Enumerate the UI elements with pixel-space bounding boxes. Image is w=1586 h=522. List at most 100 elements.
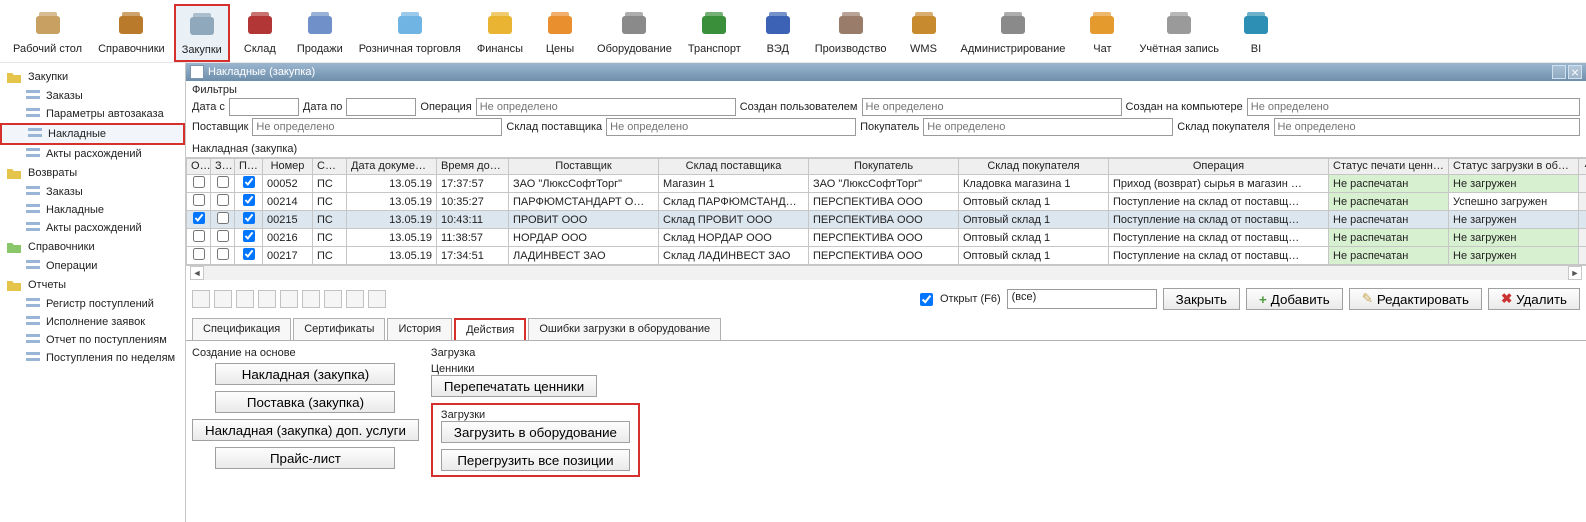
tool-icon-2[interactable] xyxy=(214,290,232,308)
row-check[interactable] xyxy=(217,212,229,224)
toolbar-ref[interactable]: Справочники xyxy=(91,4,172,62)
tab-История[interactable]: История xyxy=(387,318,452,340)
col-header[interactable]: Статус загрузки в оборудование xyxy=(1449,159,1579,175)
input-supplier[interactable] xyxy=(252,118,502,136)
sidebar-item-Регистр поступлений[interactable]: Регистр поступлений xyxy=(0,295,185,313)
toolbar-chat[interactable]: Чат xyxy=(1074,4,1130,62)
row-check[interactable] xyxy=(217,230,229,242)
tab-Ошибки загрузки в оборудование[interactable]: Ошибки загрузки в оборудование xyxy=(528,318,721,340)
toolbar-wms[interactable]: WMS xyxy=(896,4,952,62)
col-header[interactable]: Сери xyxy=(313,159,347,175)
sidebar-item-Поступления по неделям[interactable]: Поступления по неделям xyxy=(0,349,185,367)
reprint-button[interactable]: Перепечатать ценники xyxy=(431,375,597,397)
create-btn-Прайс-лист[interactable]: Прайс-лист xyxy=(215,447,395,469)
close-button[interactable] xyxy=(1568,65,1582,79)
row-check[interactable] xyxy=(193,176,205,188)
input-created-on[interactable] xyxy=(1247,98,1580,116)
col-header[interactable]: Номер xyxy=(263,159,313,175)
edit-button[interactable]: ✎Редактировать xyxy=(1349,288,1482,310)
input-operation[interactable] xyxy=(476,98,736,116)
open-checkbox-wrap[interactable]: Открыт (F6) xyxy=(916,290,1001,309)
sidebar-item-Параметры автозаказа[interactable]: Параметры автозаказа xyxy=(0,105,185,123)
open-checkbox[interactable] xyxy=(920,293,933,306)
toolbar-admin[interactable]: Администрирование xyxy=(954,4,1073,62)
horizontal-scrollbar[interactable]: ◄ ► xyxy=(190,266,1582,280)
sidebar-item-Накладные[interactable]: Накладные xyxy=(0,201,185,219)
sidebar-item-Акты расхождений[interactable]: Акты расхождений xyxy=(0,145,185,163)
row-check[interactable] xyxy=(243,230,255,242)
table-row[interactable]: 00052ПС13.05.1917:37:57ЗАО "ЛюксСофтТорг… xyxy=(187,175,1586,193)
col-header[interactable]: Дата документа xyxy=(347,159,437,175)
vscroll-cell[interactable] xyxy=(1579,175,1586,193)
maximize-button[interactable] xyxy=(1552,65,1566,79)
tool-icon-3[interactable] xyxy=(236,290,254,308)
sidebar-group-Отчеты[interactable]: Отчеты xyxy=(0,275,185,295)
toolbar-ved[interactable]: ВЭД xyxy=(750,4,806,62)
create-btn-Поставка (закупка)[interactable]: Поставка (закупка) xyxy=(215,391,395,413)
toolbar-finance[interactable]: Финансы xyxy=(470,4,530,62)
create-btn-Накладная (закупка)[interactable]: Накладная (закупка) xyxy=(215,363,395,385)
tool-icon-7[interactable] xyxy=(324,290,342,308)
toolbar-transport[interactable]: Транспорт xyxy=(681,4,748,62)
tool-icon-9[interactable] xyxy=(368,290,386,308)
col-header[interactable]: Пров xyxy=(235,159,263,175)
row-check[interactable] xyxy=(193,194,205,206)
delete-button[interactable]: ✖Удалить xyxy=(1488,288,1580,310)
tab-Спецификация[interactable]: Спецификация xyxy=(192,318,291,340)
table-row[interactable]: 00216ПС13.05.1911:38:57НОРДАР ОООСклад Н… xyxy=(187,229,1586,247)
col-header[interactable]: Зак xyxy=(211,159,235,175)
toolbar-bi[interactable]: BI xyxy=(1228,4,1284,62)
row-check[interactable] xyxy=(217,248,229,260)
col-header[interactable]: Поставщик xyxy=(509,159,659,175)
sidebar-group-Закупки[interactable]: Закупки xyxy=(0,67,185,87)
sidebar-item-Заказы[interactable]: Заказы xyxy=(0,87,185,105)
col-header[interactable]: Покупатель xyxy=(809,159,959,175)
tool-icon-5[interactable] xyxy=(280,290,298,308)
vscroll-cell[interactable] xyxy=(1579,229,1586,247)
input-buyer[interactable] xyxy=(923,118,1173,136)
sidebar-item-Заказы[interactable]: Заказы xyxy=(0,183,185,201)
tab-Сертификаты[interactable]: Сертификаты xyxy=(293,318,385,340)
scroll-right-icon[interactable]: ► xyxy=(1568,266,1582,280)
toolbar-prices[interactable]: Цены xyxy=(532,4,588,62)
col-header[interactable]: Склад покупателя xyxy=(959,159,1109,175)
col-header[interactable]: Отм xyxy=(187,159,211,175)
table-row[interactable]: 00215ПС13.05.1910:43:11ПРОВИТ ОООСклад П… xyxy=(187,211,1586,229)
toolbar-account[interactable]: Учётная запись xyxy=(1132,4,1226,62)
add-button[interactable]: +Добавить xyxy=(1246,288,1343,310)
toolbar-sales[interactable]: Продажи xyxy=(290,4,350,62)
col-header[interactable]: Склад поставщика xyxy=(659,159,809,175)
toolbar-retail[interactable]: Розничная торговля xyxy=(352,4,468,62)
tool-icon-4[interactable] xyxy=(258,290,276,308)
table-row[interactable]: 00214ПС13.05.1910:35:27ПАРФЮМСТАНДАРТ О…… xyxy=(187,193,1586,211)
sidebar-item-Отчет по поступлениям[interactable]: Отчет по поступлениям xyxy=(0,331,185,349)
table-row[interactable]: 00217ПС13.05.1917:34:51ЛАДИНВЕСТ ЗАОСкла… xyxy=(187,247,1586,265)
row-check[interactable] xyxy=(217,194,229,206)
toolbar-warehouse[interactable]: Склад xyxy=(232,4,288,62)
row-check[interactable] xyxy=(243,248,255,260)
sidebar-item-Накладные[interactable]: Накладные xyxy=(0,123,185,145)
sidebar-group-Справочники[interactable]: Справочники xyxy=(0,237,185,257)
sidebar-item-Операции[interactable]: Операции xyxy=(0,257,185,275)
reload-all-button[interactable]: Перегрузить все позиции xyxy=(441,449,630,471)
row-check[interactable] xyxy=(217,176,229,188)
tool-icon-1[interactable] xyxy=(192,290,210,308)
row-check[interactable] xyxy=(193,248,205,260)
input-date-to[interactable] xyxy=(346,98,416,116)
vscroll-cell[interactable] xyxy=(1579,193,1586,211)
tab-Действия[interactable]: Действия xyxy=(454,318,526,340)
toolbar-desktop[interactable]: Рабочий стол xyxy=(6,4,89,62)
col-header[interactable]: Статус печати ценника xyxy=(1329,159,1449,175)
input-date-from[interactable] xyxy=(229,98,299,116)
row-check[interactable] xyxy=(193,230,205,242)
load-eq-button[interactable]: Загрузить в оборудование xyxy=(441,421,630,443)
sidebar-item-Исполнение заявок[interactable]: Исполнение заявок xyxy=(0,313,185,331)
tool-icon-8[interactable] xyxy=(346,290,364,308)
vscroll-cell[interactable] xyxy=(1579,247,1586,265)
input-buyer-wh[interactable] xyxy=(1274,118,1580,136)
vscroll-cell[interactable] xyxy=(1579,211,1586,229)
toolbar-equip[interactable]: Оборудование xyxy=(590,4,679,62)
input-supplier-wh[interactable] xyxy=(606,118,856,136)
filter-combo[interactable]: (все) xyxy=(1007,289,1157,309)
create-btn-Накладная (закупка) доп. услуги[interactable]: Накладная (закупка) доп. услуги xyxy=(192,419,419,441)
